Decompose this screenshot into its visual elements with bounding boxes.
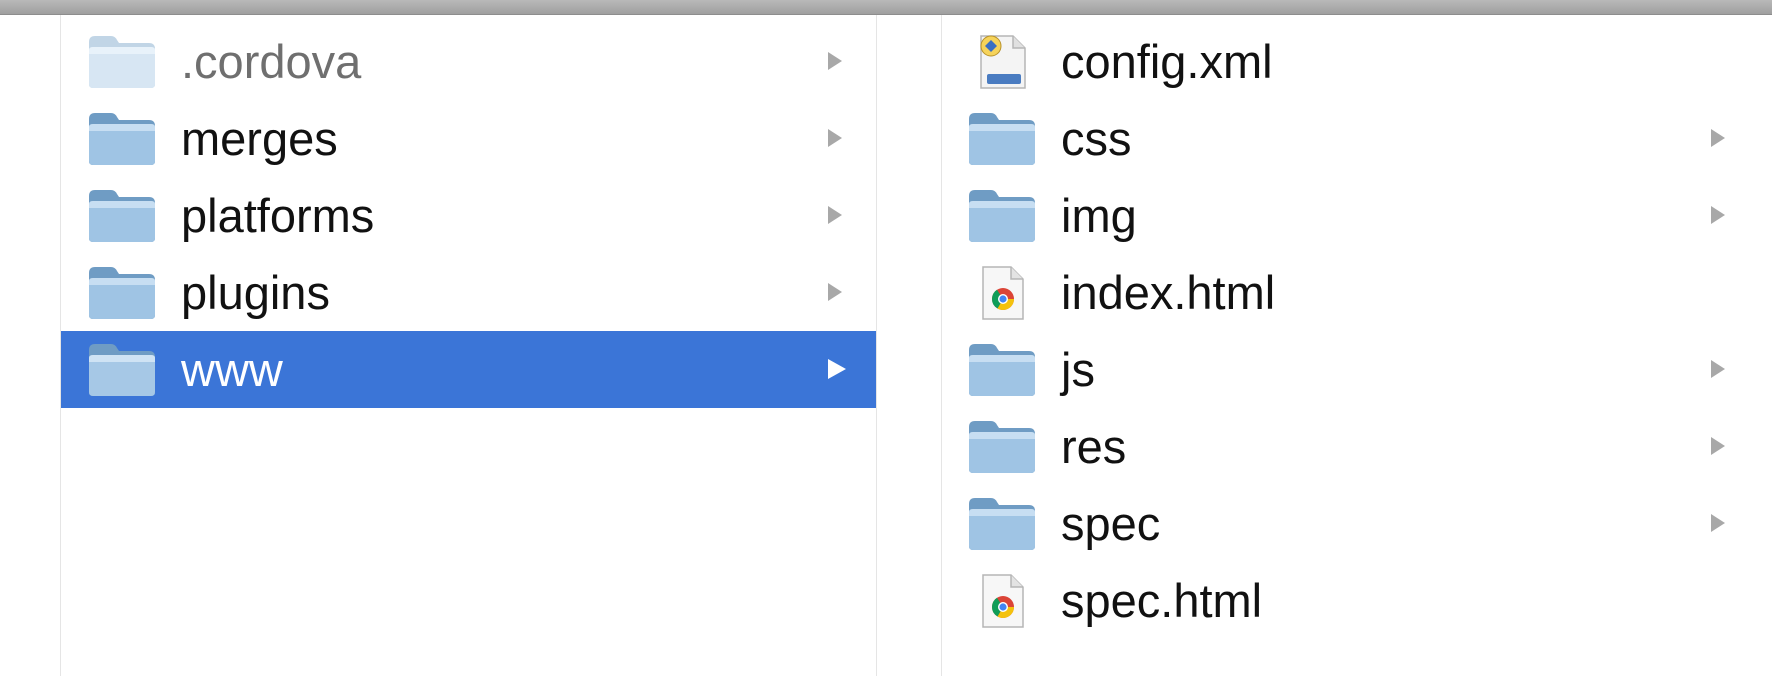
- finder-column-2: config.xml css img index.html js res spe…: [941, 23, 1772, 676]
- xml-file-icon: [967, 34, 1037, 90]
- list-item-platforms[interactable]: platforms: [61, 177, 876, 254]
- disclosure-arrow-icon[interactable]: [828, 52, 842, 70]
- list-item-label: merges: [181, 112, 338, 165]
- disclosure-arrow-icon[interactable]: [828, 359, 846, 379]
- list-item-js[interactable]: js: [941, 331, 1772, 408]
- list-item-label: spec: [1061, 497, 1161, 550]
- list-item-cordova[interactable]: .cordova: [61, 23, 876, 100]
- list-item-label: css: [1061, 112, 1132, 165]
- disclosure-arrow-icon[interactable]: [1711, 206, 1725, 224]
- list-item-spec-html[interactable]: spec.html: [941, 562, 1772, 639]
- list-item-label: res: [1061, 420, 1127, 473]
- list-item-label: index.html: [1061, 266, 1276, 319]
- list-item-label: plugins: [181, 266, 330, 319]
- folder-icon: [87, 342, 157, 398]
- folder-icon: [967, 496, 1037, 552]
- html-file-icon: [967, 573, 1037, 629]
- list-item-spec[interactable]: spec: [941, 485, 1772, 562]
- list-item-res[interactable]: res: [941, 408, 1772, 485]
- disclosure-arrow-icon[interactable]: [1711, 514, 1725, 532]
- list-item-label: img: [1061, 189, 1137, 242]
- folder-icon: [967, 188, 1037, 244]
- list-item-label: config.xml: [1061, 35, 1273, 88]
- list-item-plugins[interactable]: plugins: [61, 254, 876, 331]
- list-item-merges[interactable]: merges: [61, 100, 876, 177]
- column-divider[interactable]: [876, 15, 942, 676]
- list-item-css[interactable]: css: [941, 100, 1772, 177]
- folder-icon: [967, 342, 1037, 398]
- folder-icon: [87, 188, 157, 244]
- list-item-label: platforms: [181, 189, 375, 242]
- disclosure-arrow-icon[interactable]: [1711, 437, 1725, 455]
- list-item-label: .cordova: [181, 35, 362, 88]
- disclosure-arrow-icon[interactable]: [828, 206, 842, 224]
- disclosure-arrow-icon[interactable]: [828, 129, 842, 147]
- list-item-img[interactable]: img: [941, 177, 1772, 254]
- window-top-border: [0, 0, 1772, 15]
- folder-icon: [87, 265, 157, 321]
- folder-icon: [967, 419, 1037, 475]
- folder-icon: [967, 111, 1037, 167]
- list-item-www[interactable]: www: [61, 331, 876, 408]
- html-file-icon: [967, 265, 1037, 321]
- finder-column-1: .cordova merges platforms plugins www: [61, 23, 876, 676]
- list-item-config-xml[interactable]: config.xml: [941, 23, 1772, 100]
- column-gutter-left: [0, 15, 61, 676]
- folder-icon: [87, 111, 157, 167]
- folder-icon: [87, 34, 157, 90]
- list-item-label: spec.html: [1061, 574, 1263, 627]
- disclosure-arrow-icon[interactable]: [828, 283, 842, 301]
- list-item-index-html[interactable]: index.html: [941, 254, 1772, 331]
- finder-window: .cordova merges platforms plugins www co…: [0, 0, 1772, 676]
- list-item-label: js: [1061, 343, 1095, 396]
- list-item-label: www: [181, 343, 283, 396]
- disclosure-arrow-icon[interactable]: [1711, 360, 1725, 378]
- disclosure-arrow-icon[interactable]: [1711, 129, 1725, 147]
